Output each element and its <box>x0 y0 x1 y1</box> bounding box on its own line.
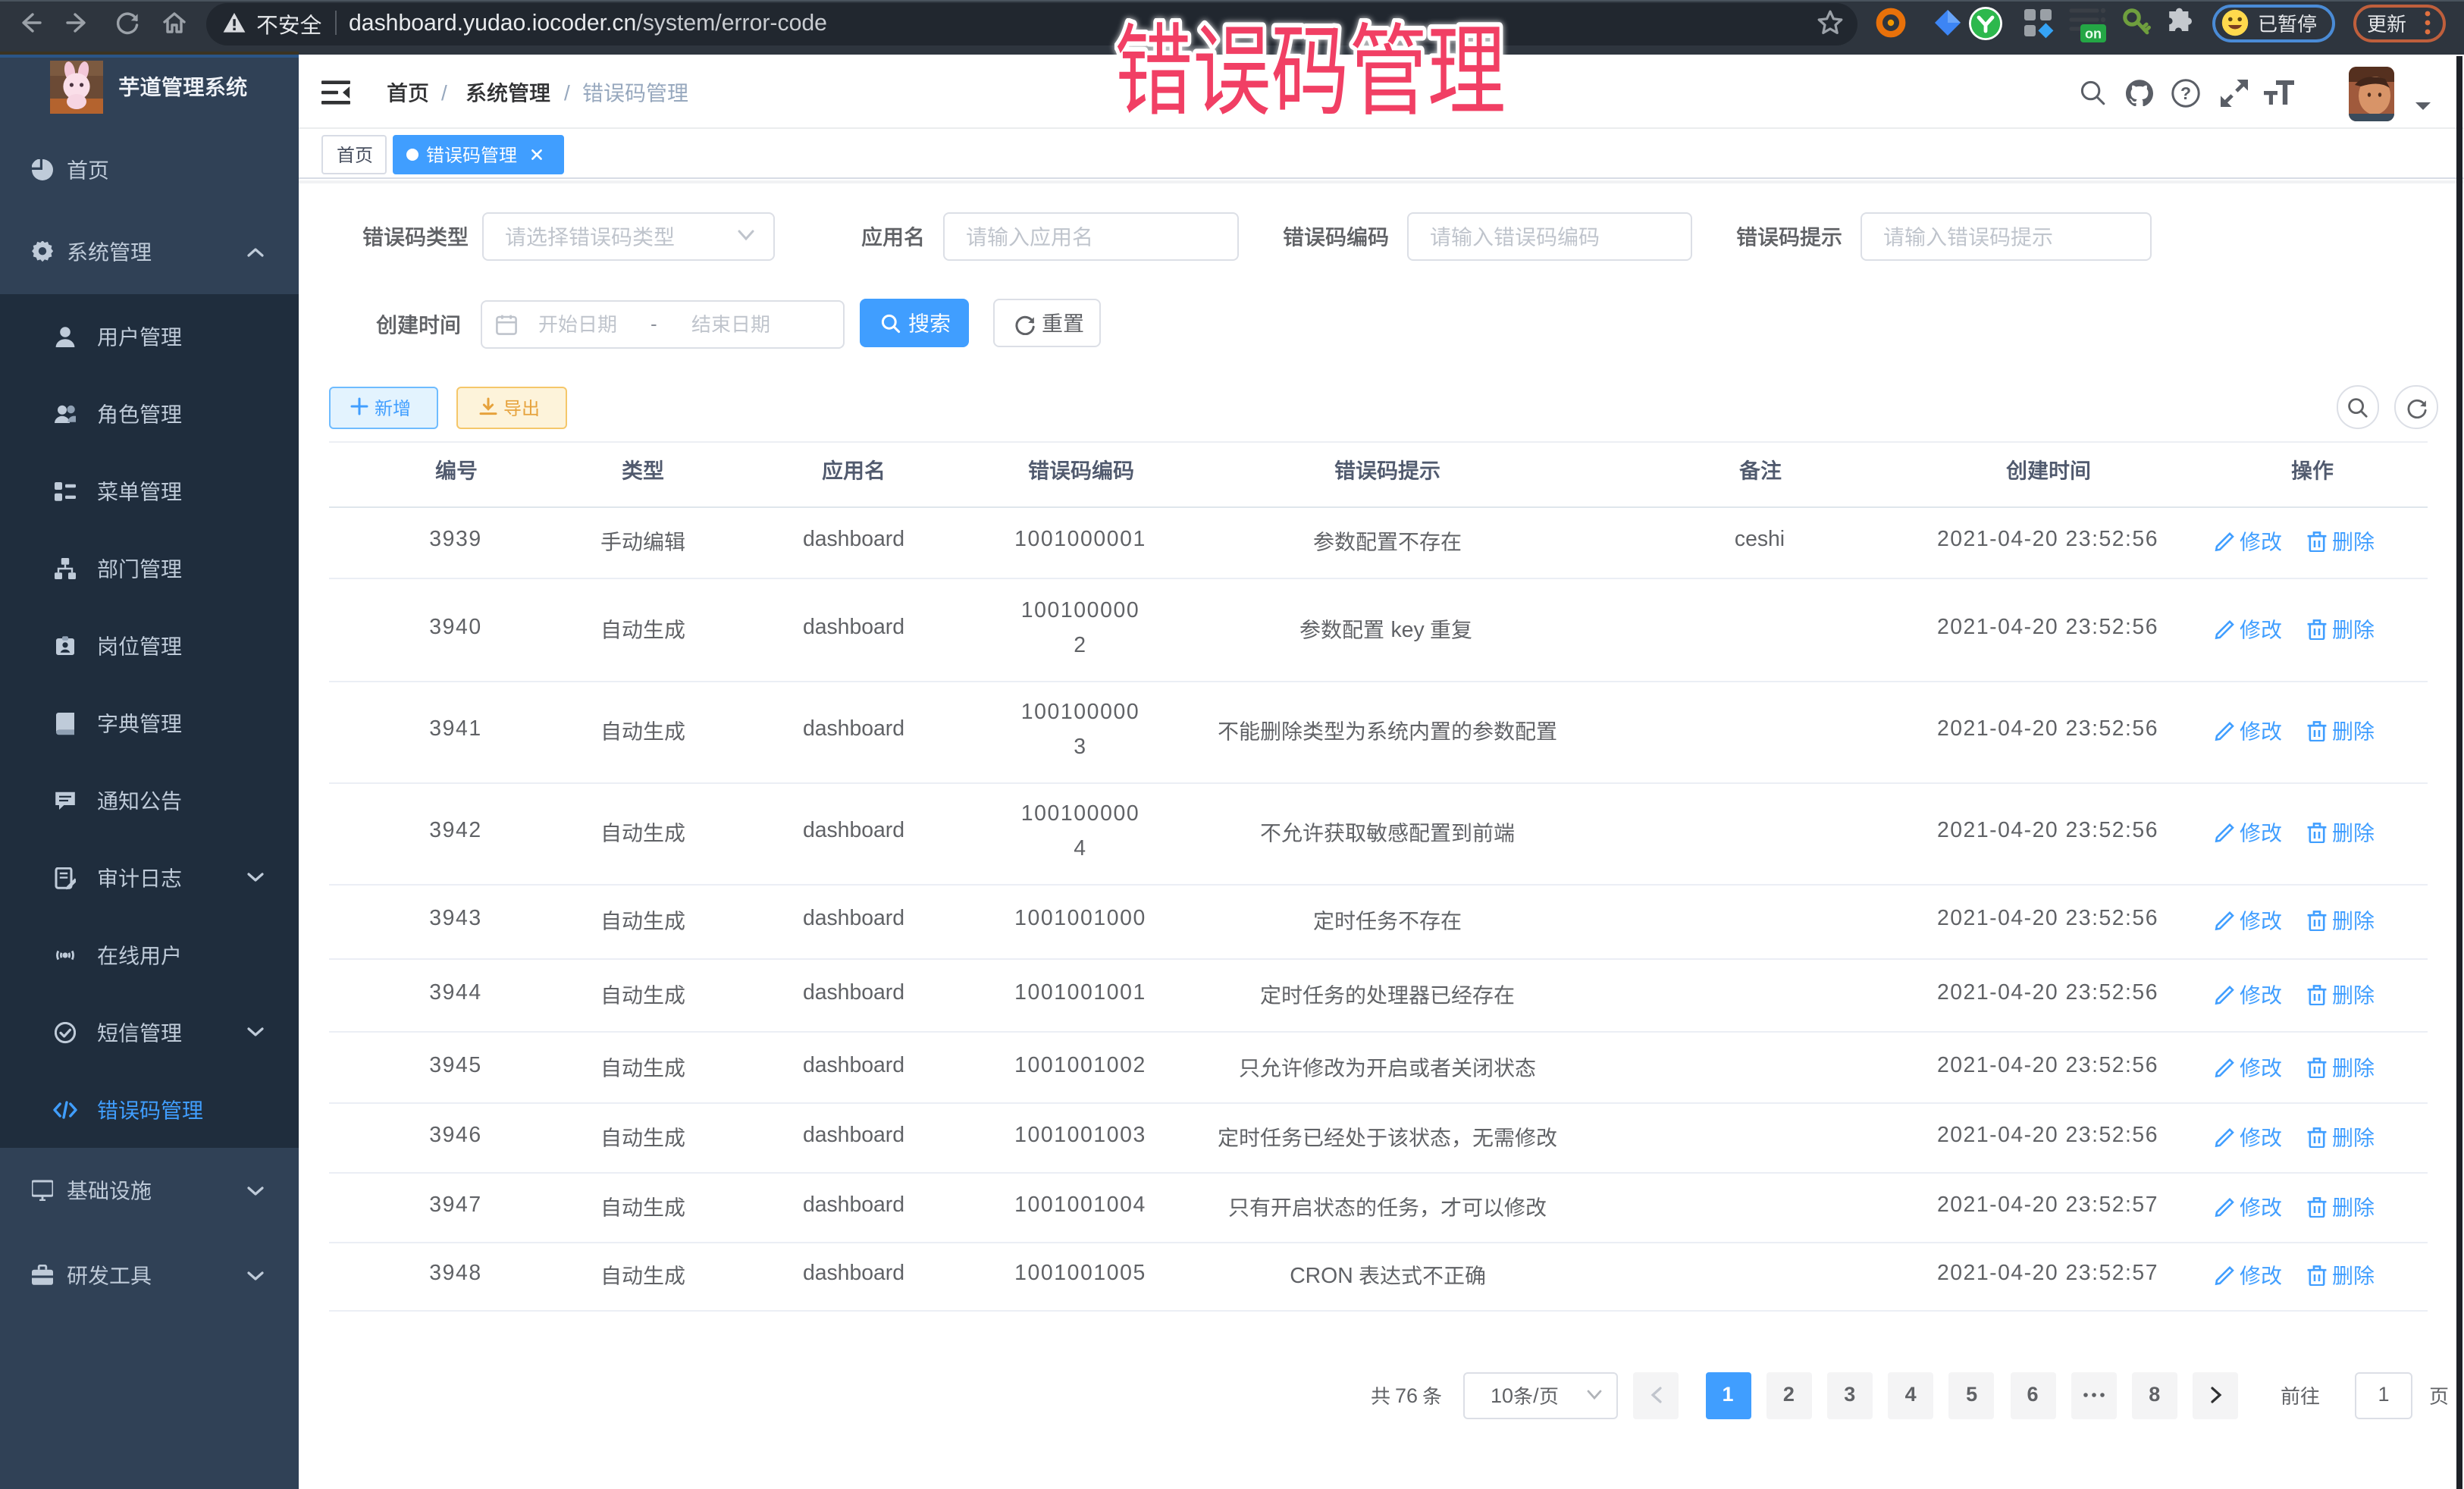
svg-text:?: ? <box>2180 83 2191 102</box>
svg-text:on: on <box>2085 27 2102 42</box>
